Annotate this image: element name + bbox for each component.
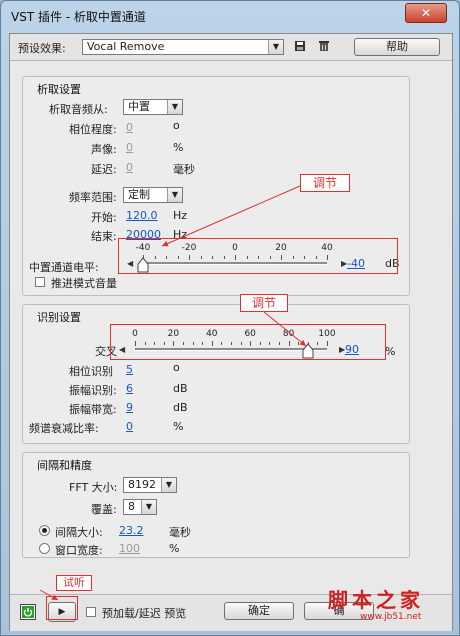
watermark-url: www.jb51.net [360, 612, 422, 622]
title-bar[interactable]: VST 插件 - 析取中置通道 ✕ [1, 1, 459, 31]
annotation-arrows [39, 185, 307, 601]
watermark-text: 脚本之家 [328, 588, 424, 612]
plugin-body: 预设效果: Vocal Remove ▼ 帮助 析取设置 析取音频从: 中置 ▼… [9, 33, 453, 631]
plugin-window: VST 插件 - 析取中置通道 ✕ 预设效果: Vocal Remove ▼ 帮… [0, 0, 460, 636]
window-title: VST 插件 - 析取中置通道 [11, 10, 146, 24]
close-button[interactable]: ✕ [405, 3, 447, 23]
close-icon: ✕ [420, 6, 432, 20]
